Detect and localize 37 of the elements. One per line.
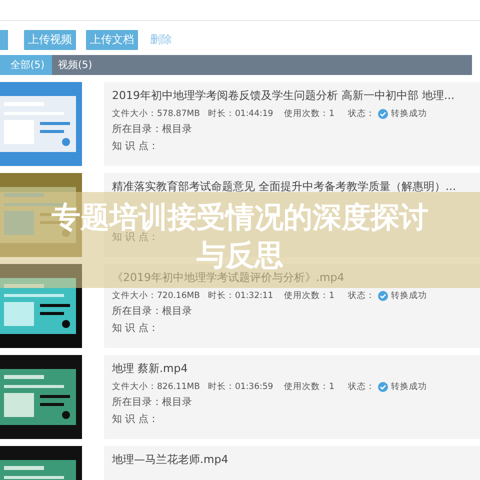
toolbar-button[interactable] <box>0 30 8 50</box>
banner-title: 与反思 <box>196 238 284 272</box>
status-text: 转换成功 <box>391 380 427 394</box>
file-title: 地理 蔡新.mp4 <box>112 361 189 377</box>
file-size: 文件大小：826.11MB <box>112 380 201 394</box>
knowledge-points: 知 识 点： <box>112 322 160 336</box>
status-text: 转换成功 <box>391 108 427 120</box>
file-duration: 时长：01:32:11 <box>208 290 274 302</box>
upload-button[interactable]: 上传视频 <box>24 30 76 50</box>
status-text: 转换成功 <box>391 290 427 302</box>
file-title: 《2019年初中地理学考试题评价与分析》.mp4 <box>112 270 346 286</box>
use-count: 使用次数：1 <box>284 290 336 302</box>
use-count: 使用次数：1 <box>284 108 336 120</box>
filter-tab[interactable]: 视频(5) <box>52 55 98 75</box>
status-label: 状态： <box>348 380 375 394</box>
knowledge-points: 知 识 点： <box>112 140 160 154</box>
status-label: 状态： <box>348 290 375 302</box>
file-size: 文件大小：720.16MB <box>112 290 201 302</box>
check-icon <box>378 109 388 119</box>
knowledge-points: 知 识 点： <box>112 232 160 245</box>
file-title: 2019年初中地理学考阅卷反馈及学生问题分析 高新一中初中部 地理... <box>112 88 456 104</box>
directory: 所在目录：根目录 <box>112 122 193 137</box>
file-title: 精准落实教育部考试命题意见 全面提升中考备考教学质量（解惠明）... <box>112 179 457 195</box>
directory: 所在目录：根目录 <box>112 396 193 410</box>
file-size: 文件大小：578.87MB <box>112 108 201 120</box>
status-label: 状态： <box>348 108 375 120</box>
upload-button[interactable]: 上传文档 <box>86 30 138 50</box>
check-icon <box>378 291 388 301</box>
use-count: 使用次数：1 <box>284 380 336 394</box>
filter-tab[interactable]: 全部(5) <box>3 55 52 75</box>
knowledge-points: 知 识 点： <box>112 412 160 427</box>
file-title: 地理—马兰花老师.mp4 <box>112 452 230 468</box>
file-duration: 时长：01:36:59 <box>208 380 274 394</box>
file-duration: 时长：01:44:19 <box>208 108 274 120</box>
delete-link[interactable]: 删除 <box>150 32 172 48</box>
directory: 所在目录：根目录 <box>112 304 193 319</box>
check-icon <box>378 382 388 392</box>
